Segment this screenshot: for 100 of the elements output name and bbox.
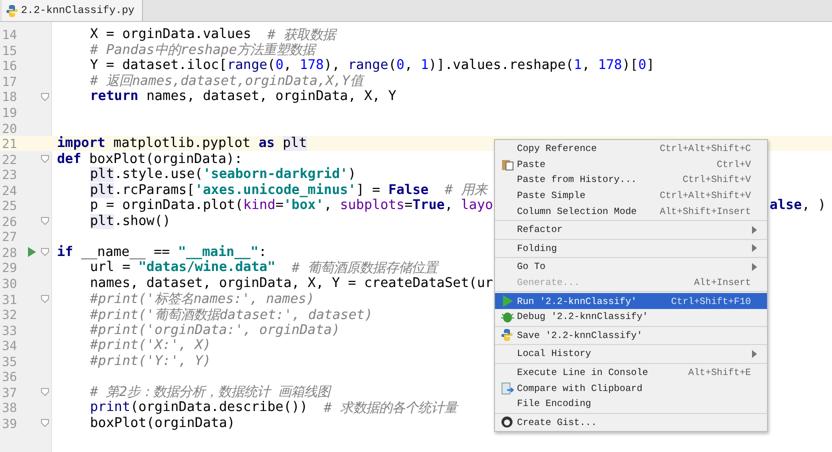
menu-item[interactable]: Local History (495, 346, 767, 362)
code-comment: # 第2步：数据分析，数据统计 画箱线图 (90, 384, 330, 400)
line-number: 35 (1, 354, 18, 369)
line-number: 39 (1, 416, 18, 431)
menu-item[interactable]: Debug '2.2-knnClassify' (495, 308, 767, 325)
code-token: ) (348, 167, 356, 182)
menu-item[interactable]: Refactor (495, 222, 767, 238)
code-token: "__main__" (178, 244, 259, 260)
code-token: 1 (420, 58, 429, 74)
code-token: = (275, 198, 284, 214)
menu-item[interactable]: Create Gist... (495, 414, 767, 430)
line-number: 28 (1, 244, 18, 260)
code-token: boxPlot(orginData): (88, 152, 242, 167)
code-token: )[ (622, 58, 638, 74)
code-token: url = (90, 260, 132, 276)
code-token: names, dataset, orginData, X, Y = createDataSet(ur (90, 276, 494, 292)
code-token: return (90, 89, 140, 104)
code-token: subplots (340, 198, 404, 214)
menu-item[interactable]: Save '2.2-knnClassify' (495, 328, 767, 344)
line-number: 22 (1, 152, 18, 167)
code-token: def (57, 152, 82, 167)
fold-icon[interactable] (41, 155, 49, 164)
python-logo-icon (6, 4, 18, 16)
line-number: 23 (1, 167, 18, 182)
code-token: p = orginData.plot( (90, 198, 244, 214)
menu-item[interactable]: Column Selection Mode Alt+Shift+Insert (495, 203, 767, 219)
code-token: )].values.reshape( (428, 58, 574, 74)
line-number: 38 (1, 400, 18, 416)
menu-item[interactable]: Run '2.2-knnClassify' Ctrl+Shift+F10 (495, 293, 767, 309)
fold-icon[interactable] (41, 388, 49, 396)
code-comment: #print('Y:', Y) (90, 354, 211, 369)
fold-icon[interactable] (41, 419, 49, 428)
fold-icon[interactable] (41, 248, 49, 256)
line-number: 20 (1, 120, 18, 136)
code-comment: # Pandas中的reshape方法重塑数据 (90, 42, 315, 58)
line-number: 19 (1, 105, 18, 120)
code-token: layo (460, 198, 494, 214)
code-token: as (258, 136, 276, 152)
line-number: 33 (1, 322, 18, 338)
code-token: print (90, 400, 130, 416)
line-number: 17 (1, 74, 18, 89)
code-token: , (284, 58, 293, 74)
code-token: plt (282, 136, 307, 152)
line-number: 25 (1, 198, 18, 214)
menu-item[interactable]: Execute Line in Console Alt+Shift+E (495, 364, 767, 380)
code-comment: #print('标签名names:', names) (90, 291, 314, 308)
code-token: "datas/wine.data" (138, 260, 276, 276)
code-comment: # 返回names,dataset,orginData,X,Y值 (90, 73, 363, 90)
menu-item[interactable]: Compare with Clipboard (495, 380, 767, 396)
code-token: 178 (300, 58, 324, 74)
compare-icon (500, 382, 514, 395)
code-token: matplotlib.pyplot (112, 136, 252, 152)
code-token: alse (770, 198, 802, 214)
code-token: False (388, 182, 430, 198)
menu-item[interactable]: Copy Reference Ctrl+Alt+Shift+C (495, 141, 767, 157)
menu-item[interactable]: Go To (495, 259, 767, 275)
code-token: boxPlot(orginData) (90, 416, 236, 431)
menu-item[interactable]: Folding (495, 240, 767, 256)
code-token: 'seaborn-darkgrid' (202, 167, 348, 182)
code-comment: #print('葡萄酒数据dataset:', dataset) (90, 306, 373, 324)
menu-item[interactable]: File Encoding (495, 396, 767, 412)
menu-item[interactable]: Paste Ctrl+V (495, 156, 767, 172)
code-comment: # 获取数据 (267, 26, 336, 43)
line-number: 21 (1, 136, 18, 152)
fold-icon[interactable] (41, 92, 49, 101)
line-number: 14 (1, 27, 18, 42)
run-icon (502, 295, 512, 308)
code-token: __name__ == (80, 244, 170, 260)
code-token: 'axes.unicode_minus' (194, 182, 356, 198)
bug-icon (500, 310, 514, 323)
code-token: kind (243, 198, 276, 214)
code-token: ( (267, 58, 276, 74)
code-token: .rcParams[ (114, 182, 195, 198)
line-number: 30 (1, 276, 18, 292)
run-icon[interactable] (28, 247, 36, 258)
file-tab[interactable]: 2.2-knnClassify.py (2, 0, 144, 21)
code-token: , (324, 198, 333, 214)
code-comment: #print('orginData:', orginData) (90, 322, 340, 338)
code-token: .style.use( (114, 167, 203, 182)
code-token: range (348, 58, 388, 74)
code-token: plt (90, 214, 114, 229)
code-token: 0 (275, 58, 284, 74)
python-logo-icon (501, 329, 513, 342)
line-number: 32 (1, 307, 18, 322)
menu-item[interactable]: Paste from History... Ctrl+Shift+V (495, 172, 767, 188)
line-number: 36 (1, 369, 18, 384)
code-token: plt (90, 167, 114, 182)
fold-icon[interactable] (41, 217, 49, 226)
code-comment: #print('X:', X) (90, 338, 211, 354)
menu-item[interactable]: Paste Simple Ctrl+Alt+Shift+V (495, 188, 767, 204)
code-token: , ) (802, 198, 826, 214)
code-token: 0 (638, 58, 646, 74)
code-token: ), (324, 58, 341, 74)
fold-icon[interactable] (41, 295, 49, 304)
code-token: ] (646, 58, 654, 74)
code-token: range (227, 58, 268, 74)
code-token: True (412, 198, 445, 214)
code-token: ] = (356, 182, 382, 198)
code-token: names, dataset, orginData, X, Y (146, 89, 396, 104)
line-number: 26 (1, 214, 18, 229)
